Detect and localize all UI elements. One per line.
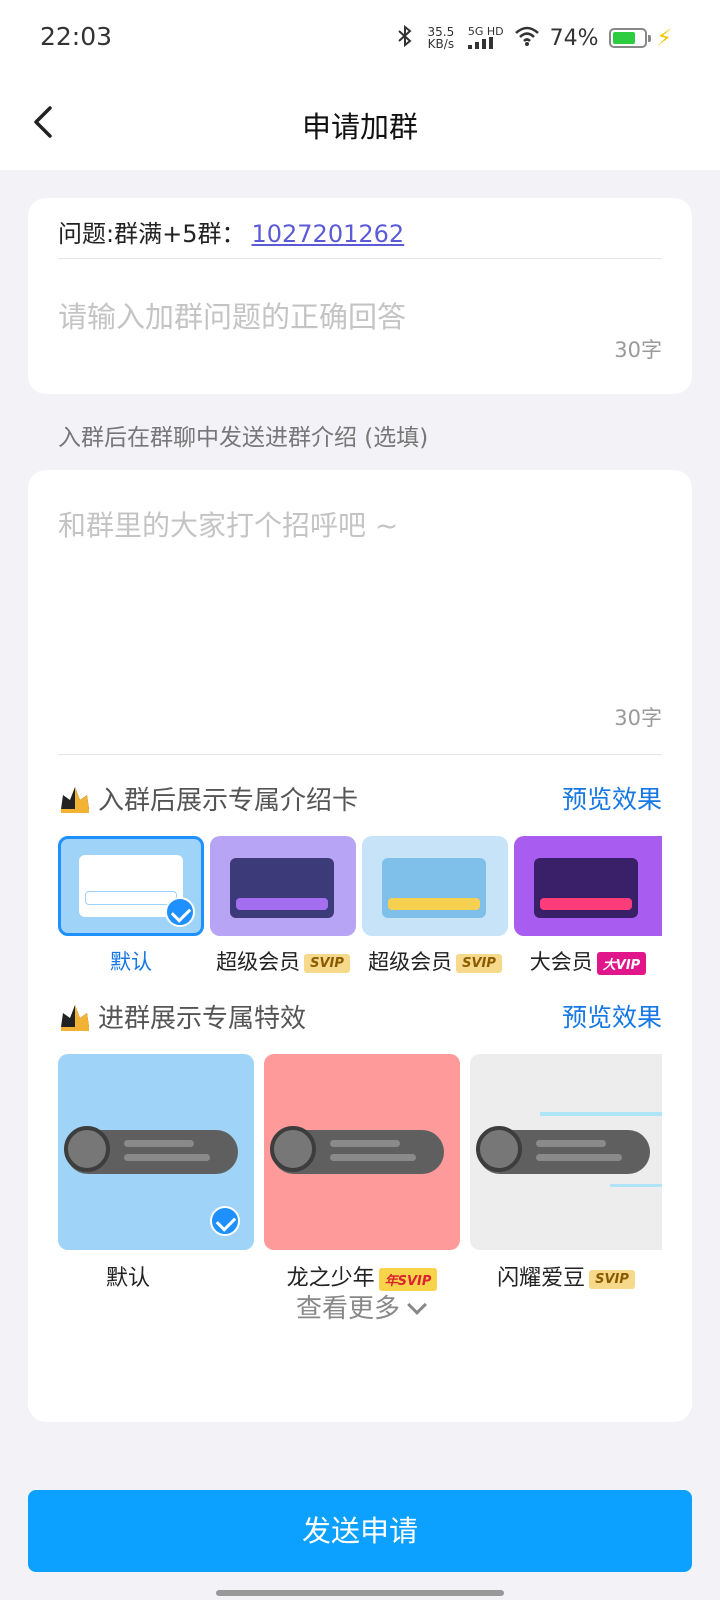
intro-card-option-label: 超级会员 SVIP	[210, 946, 356, 976]
intro-card-option-label: 超级会员 SVIP	[362, 946, 508, 976]
see-more-button[interactable]: 查看更多	[0, 1288, 720, 1325]
intro-card-option-label: 大会员 大VIP	[514, 946, 662, 976]
svip-badge: SVIP	[304, 953, 350, 973]
signal-icon: 5G HD	[467, 26, 504, 51]
card-preview-image	[230, 858, 334, 918]
card-preview-image	[534, 858, 638, 918]
divider	[58, 258, 662, 259]
intro-card-option-vip[interactable]	[514, 836, 662, 936]
preview-effect-button[interactable]: 预览效果	[562, 998, 662, 1034]
status-bar: 22:03 35.5 KB/s 5G HD 74% ⚡	[0, 0, 720, 76]
bubble-preview	[270, 1126, 444, 1174]
status-icons: 35.5 KB/s 5G HD 74% ⚡	[396, 22, 672, 54]
intro-card-option-svip-1[interactable]	[210, 836, 356, 936]
status-time: 22:03	[40, 22, 113, 51]
send-request-button[interactable]: 发送申请	[28, 1490, 692, 1572]
intro-card-options: 默认 超级会员 SVIP 超级会员 SVIP 大会员 大VIP	[58, 836, 662, 986]
speed-unit: KB/s	[427, 37, 455, 51]
effect-options: 默认 龙之少年 年SVIP 闪耀爱豆 SVIP	[58, 1054, 662, 1294]
crown-icon	[61, 787, 89, 813]
intro-message-input[interactable]: 和群里的大家打个招呼吧 ~	[58, 504, 398, 544]
effect-option-idol[interactable]	[470, 1054, 662, 1250]
card-preview-image	[382, 858, 486, 918]
intro-char-count: 30字	[614, 706, 662, 730]
intro-card: 和群里的大家打个招呼吧 ~ 30字 入群后展示专属介绍卡 预览效果 默认 超级会…	[28, 470, 692, 1422]
svip-badge: SVIP	[589, 1269, 635, 1289]
network-speed: 35.5 KB/s	[424, 26, 458, 50]
effect-header: 进群展示专属特效 预览效果	[58, 994, 662, 1038]
svip-badge: SVIP	[456, 953, 502, 973]
preview-intro-button[interactable]: 预览效果	[562, 780, 662, 816]
intro-section-note: 入群后在群聊中发送进群介绍 (选填)	[58, 425, 429, 451]
battery-icon	[608, 28, 651, 48]
bluetooth-icon	[396, 24, 414, 52]
battery-percent: 74%	[549, 25, 599, 51]
navigation-bar: 申请加群	[0, 76, 720, 170]
bubble-preview	[64, 1126, 238, 1174]
intro-card-option-svip-2[interactable]	[362, 836, 508, 936]
home-indicator	[216, 1590, 504, 1596]
question-label: 问题:群满+5群：	[58, 220, 246, 248]
charging-icon: ⚡	[656, 25, 672, 51]
intro-card-header: 入群后展示专属介绍卡 预览效果	[58, 776, 662, 820]
answer-char-count: 30字	[614, 338, 662, 362]
effect-title: 进群展示专属特效	[98, 1003, 307, 1034]
vip-badge: 大VIP	[596, 951, 647, 975]
chevron-down-icon	[407, 1295, 427, 1315]
question-row: 问题:群满+5群： 1027201262	[58, 214, 404, 249]
bubble-preview	[476, 1126, 650, 1174]
intro-card-option-default[interactable]	[58, 836, 204, 936]
wifi-icon	[514, 25, 540, 51]
effect-option-dragon[interactable]	[264, 1054, 460, 1250]
question-card: 问题:群满+5群： 1027201262 请输入加群问题的正确回答 30字	[28, 198, 692, 394]
see-more-label: 查看更多	[295, 1294, 400, 1324]
crown-icon	[61, 1005, 89, 1031]
divider	[58, 754, 662, 755]
intro-card-title: 入群后展示专属介绍卡	[98, 785, 359, 816]
answer-input[interactable]: 请输入加群问题的正确回答	[58, 294, 406, 336]
page-title: 申请加群	[301, 110, 418, 144]
check-icon	[210, 1206, 240, 1236]
intro-card-option-label: 默认	[110, 950, 152, 974]
effect-option-default[interactable]	[58, 1054, 254, 1250]
question-link[interactable]: 1027201262	[251, 220, 404, 248]
check-icon	[165, 897, 195, 927]
